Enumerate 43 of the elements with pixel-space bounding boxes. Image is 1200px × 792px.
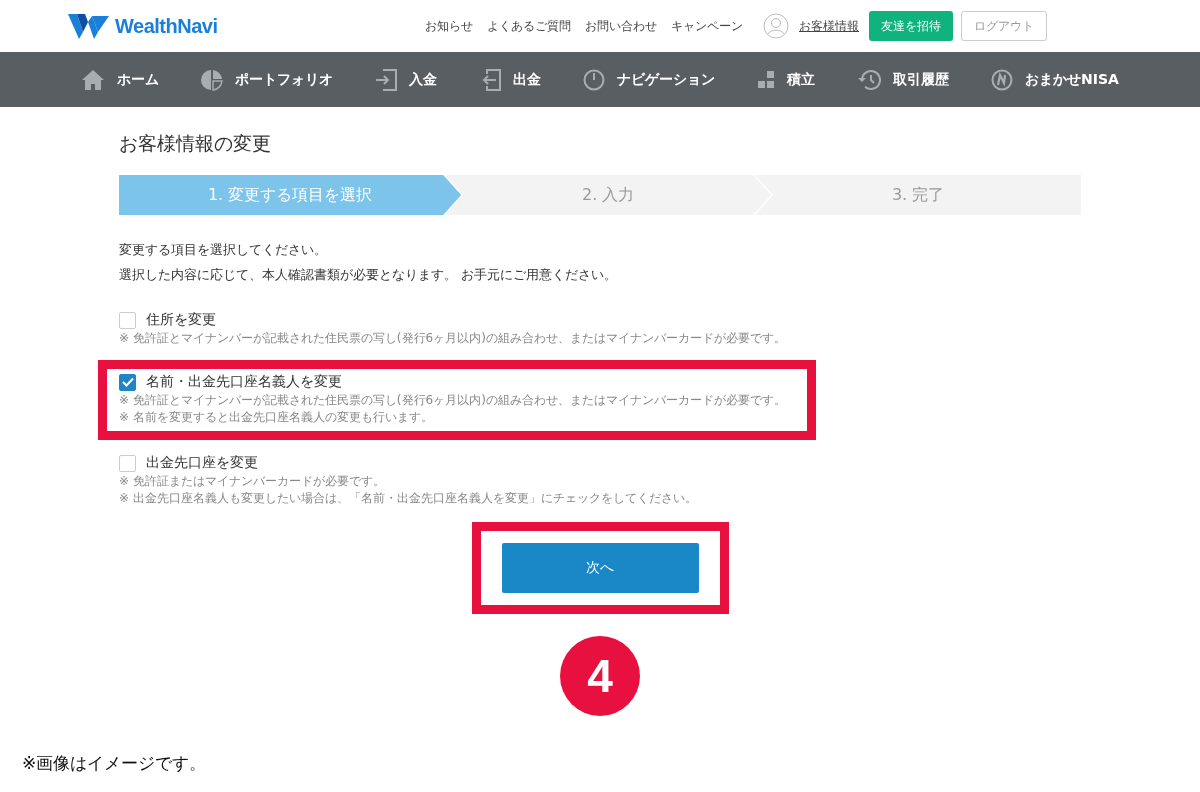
- next-button[interactable]: 次へ: [501, 543, 699, 593]
- instruction-text: 選択した内容に応じて、本人確認書類が必要となります。 お手元にご用意ください。: [119, 266, 618, 284]
- blocks-icon: [757, 70, 776, 89]
- logo-text[interactable]: WealthNavi: [115, 14, 218, 38]
- home-icon: [81, 68, 106, 91]
- history-icon: [857, 68, 882, 91]
- progress-step: 3. 完了: [755, 175, 1081, 215]
- account-link[interactable]: お客様情報: [799, 17, 859, 35]
- note-text: ※ 名前を変更すると出金先口座名義人の変更も行います。: [119, 409, 434, 425]
- progress-step: 2. 入力: [445, 175, 772, 215]
- checkbox[interactable]: [119, 454, 136, 472]
- pie-chart-icon: [201, 68, 224, 91]
- header-link[interactable]: お問い合わせ: [585, 17, 657, 35]
- sign-in-icon: [375, 68, 398, 91]
- nav-link[interactable]: 積立: [787, 70, 816, 89]
- option-label[interactable]: 名前・出金先口座名義人を変更: [146, 373, 342, 391]
- nav-link[interactable]: 取引履歴: [893, 70, 950, 89]
- nav-link[interactable]: 入金: [409, 70, 438, 89]
- nav-link[interactable]: おまかせNISA: [1025, 70, 1119, 89]
- note-text: ※ 免許証またはマイナンバーカードが必要です。: [119, 473, 386, 489]
- n-circle-icon: [991, 68, 1014, 91]
- header-link[interactable]: キャンペーン: [671, 17, 743, 35]
- logo-icon: [68, 12, 110, 40]
- progress-step: 1. 変更する項目を選択: [119, 175, 462, 215]
- note-text: ※ 免許証とマイナンバーが記載された住民票の写し(発行6ヶ月以内)の組み合わせ、またはマイナンバーカードが必要です。: [119, 392, 787, 408]
- user-avatar-icon: [763, 13, 789, 39]
- step-number-badge: 4: [560, 636, 640, 716]
- option-label[interactable]: 住所を変更: [146, 311, 216, 329]
- checkbox[interactable]: [119, 373, 136, 391]
- nav-link[interactable]: 出金: [513, 70, 542, 89]
- option-label[interactable]: 出金先口座を変更: [146, 454, 258, 472]
- checkbox[interactable]: [119, 311, 136, 329]
- nav-link[interactable]: ホーム: [117, 70, 160, 89]
- header-link[interactable]: よくあるご質問: [487, 17, 571, 35]
- page-title: お客様情報の変更: [119, 131, 272, 156]
- footnote-text: ※画像はイメージです。: [22, 752, 207, 775]
- instruction-text: 変更する項目を選択してください。: [119, 241, 328, 259]
- nav-link[interactable]: ポートフォリオ: [235, 70, 334, 89]
- note-text: ※ 出金先口座名義人も変更したい場合は、「名前・出金先口座名義人を変更」にチェックをしてください。: [119, 490, 698, 506]
- nav-link[interactable]: ナビゲーション: [617, 70, 716, 89]
- header-link[interactable]: お知らせ: [425, 17, 473, 35]
- note-text: ※ 免許証とマイナンバーが記載された住民票の写し(発行6ヶ月以内)の組み合わせ、またはマイナンバーカードが必要です。: [119, 330, 787, 346]
- gauge-icon: [583, 68, 606, 91]
